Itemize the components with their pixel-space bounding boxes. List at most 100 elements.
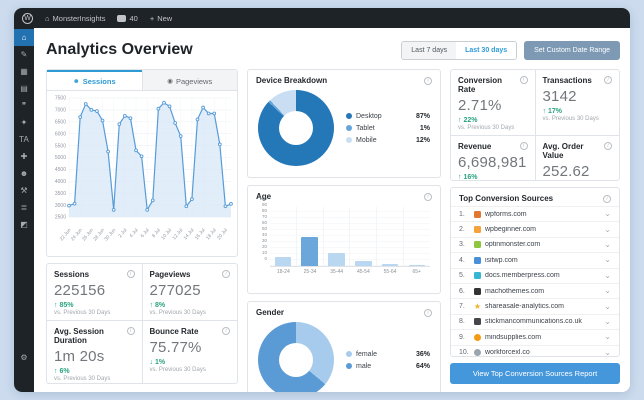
source-row-wpforms-com[interactable]: 1. wpforms.com ⌄: [451, 206, 619, 221]
sidebar-item-dashboard[interactable]: ⌂: [14, 29, 34, 46]
sidebar-item-pages[interactable]: ▤: [14, 80, 34, 97]
favicon-docs-memberpress-com-icon: [474, 272, 481, 280]
svg-text:6 Jul: 6 Jul: [140, 227, 151, 239]
top-conversion-sources-title: Top Conversion Sources: [459, 194, 554, 203]
info-icon[interactable]: i: [424, 192, 432, 201]
stat-value: 3142: [542, 88, 577, 105]
sidebar-item-appearance[interactable]: ✦: [14, 114, 34, 131]
sidebar-item-insights[interactable]: ◩: [14, 216, 34, 233]
source-row-workforcexl-co[interactable]: 10. workforcexl.co ⌄: [451, 344, 619, 356]
stat-delta: ↑ 16%: [458, 174, 478, 181]
svg-text:7500: 7500: [55, 96, 66, 102]
info-icon[interactable]: i: [519, 142, 528, 150]
text-analytics-icon: TA: [19, 134, 29, 144]
info-icon[interactable]: i: [126, 270, 135, 278]
source-rank: 6.: [459, 287, 465, 295]
chevron-down-icon[interactable]: ⌄: [604, 333, 611, 341]
chevron-down-icon[interactable]: ⌄: [604, 348, 611, 356]
svg-text:6000: 6000: [55, 131, 66, 137]
sidebar-item-comments[interactable]: ❞: [14, 97, 34, 114]
legend-value: 1%: [419, 124, 430, 132]
chevron-down-icon[interactable]: ⌄: [604, 287, 611, 295]
appearance-icon: ✦: [20, 117, 28, 127]
admin-bar-new[interactable]: + New: [146, 8, 176, 28]
age-bar-slot: [350, 207, 378, 266]
stat-card-bounce-rate: Bounce Rate i 75.77% ↓ 1% vs. Previous 30 Da…: [142, 321, 237, 383]
stat-compare: vs. Previous 30 Days: [54, 376, 111, 382]
admin-bar-comments[interactable]: 40: [113, 8, 141, 28]
wp-admin-bar: W ⌂ MonsterInsights 40 + New: [14, 8, 630, 28]
sidebar-item-users[interactable]: ☻: [14, 165, 34, 182]
source-domain: optinmonster.com: [485, 241, 541, 249]
sources-list: 1. wpforms.com ⌄ 2. wpbeginner.com ⌄ 3. optinmo…: [451, 206, 619, 356]
stat-card-pageviews: Pageviews i 277025 ↑ 8% vs. Previous 30 Days: [142, 264, 237, 320]
favicon-workforcexl-co-icon: [474, 349, 481, 356]
age-xlabels: 18-24 25-34 35-44 45-54 55-64 65+: [270, 269, 430, 275]
sidebar-item-tools[interactable]: ⚒: [14, 182, 34, 199]
source-rank: 1.: [459, 210, 465, 218]
chevron-down-icon[interactable]: ⌄: [604, 225, 611, 234]
chevron-down-icon[interactable]: ⌄: [604, 302, 611, 311]
info-icon[interactable]: i: [222, 270, 230, 278]
set-custom-date-range-button[interactable]: Set Custom Date Range: [524, 40, 620, 60]
source-row-machothemes-com[interactable]: 6. machothemes.com ⌄: [451, 282, 619, 298]
sidebar-item-media[interactable]: ▦: [14, 63, 34, 80]
stat-label: Sessions: [54, 270, 90, 279]
last-7-days-button[interactable]: Last 7 days: [402, 41, 457, 59]
chevron-down-icon[interactable]: ⌄: [604, 317, 611, 326]
source-domain: shareasale-analytics.com: [485, 303, 564, 311]
source-row-mindsupplies-com[interactable]: 9. mindsupplies.com ⌄: [451, 329, 619, 344]
info-icon[interactable]: i: [604, 142, 612, 150]
svg-text:20 Jul: 20 Jul: [216, 227, 229, 241]
legend-value: 87%: [415, 112, 430, 120]
favicon-wpforms-com-icon: [474, 210, 481, 218]
page-header: Analytics Overview Last 7 days Last 30 d…: [46, 36, 620, 64]
admin-bar-site[interactable]: ⌂ MonsterInsights: [41, 8, 109, 28]
top-conversion-sources-panel: Top Conversion Sources i 1. wpforms.com ⌄ 2…: [450, 187, 620, 357]
age-ytick: 30: [261, 238, 267, 243]
stat-value: 75.77%: [149, 339, 202, 356]
new-label: New: [157, 13, 173, 23]
info-icon[interactable]: i: [424, 308, 432, 317]
sidebar-item-settings[interactable]: ≣: [14, 199, 34, 216]
chevron-down-icon[interactable]: ⌄: [604, 256, 611, 264]
source-row-isitwp-com[interactable]: 4. isitwp.com ⌄: [451, 252, 619, 267]
age-ytick: 50: [261, 226, 267, 231]
tab-pageviews[interactable]: ◉ Pageviews: [141, 70, 237, 90]
sidebar-item-settings-gear[interactable]: ⚙: [14, 349, 34, 366]
source-row-docs-memberpress-com[interactable]: 5. docs.memberpress.com ⌄: [451, 267, 619, 283]
source-rank: 10.: [459, 349, 469, 356]
sidebar-item-text-analytics[interactable]: TA: [14, 131, 34, 148]
view-top-conversion-sources-report-button[interactable]: View Top Conversion Sources Report: [450, 363, 620, 384]
info-icon[interactable]: i: [424, 76, 432, 85]
svg-text:5500: 5500: [55, 143, 66, 149]
legend-label: male: [356, 362, 372, 370]
info-icon[interactable]: i: [604, 76, 612, 84]
last-30-days-button[interactable]: Last 30 days: [456, 41, 517, 59]
page-title: Analytics Overview: [46, 41, 193, 58]
info-icon[interactable]: i: [222, 327, 230, 335]
stat-card-conversion-rate: Conversion Rate i 2.71% ↑ 22% vs. Previous 3…: [451, 70, 535, 135]
tab-sessions[interactable]: ☻ Sessions: [47, 70, 142, 90]
chevron-down-icon[interactable]: ⌄: [604, 210, 611, 218]
column-chart: ☻ Sessions ◉ Pageviews 2500 3000 3500 4000 4…: [46, 69, 238, 384]
source-row-wpbeginner-com[interactable]: 2. wpbeginner.com ⌄: [451, 221, 619, 236]
sidebar-item-plugins[interactable]: ✚: [14, 148, 34, 165]
wordpress-logo-icon[interactable]: W: [22, 12, 33, 24]
age-ytick: 40: [261, 232, 267, 237]
age-bar-slot: [404, 207, 430, 266]
info-icon[interactable]: i: [519, 76, 528, 84]
source-row-optinmonster-com[interactable]: 3. optinmonster.com ⌄: [451, 236, 619, 252]
chevron-down-icon[interactable]: ⌄: [604, 240, 611, 249]
legend-dot-icon: [346, 113, 352, 119]
insights-icon: ◩: [20, 219, 28, 229]
legend-item-female: female 36%: [346, 351, 430, 358]
age-ytick: 90: [261, 202, 267, 207]
sidebar-item-posts[interactable]: ✎: [14, 46, 34, 63]
info-icon[interactable]: i: [603, 194, 611, 203]
source-row-stickmancommunications-co-uk[interactable]: 8. stickmancommunications.co.uk ⌄: [451, 313, 619, 329]
source-row-shareasale-analytics-com[interactable]: 7. ★ shareasale-analytics.com ⌄: [451, 298, 619, 313]
source-domain: stickmancommunications.co.uk: [485, 318, 582, 326]
chevron-down-icon[interactable]: ⌄: [604, 271, 611, 280]
info-icon[interactable]: i: [126, 327, 135, 335]
